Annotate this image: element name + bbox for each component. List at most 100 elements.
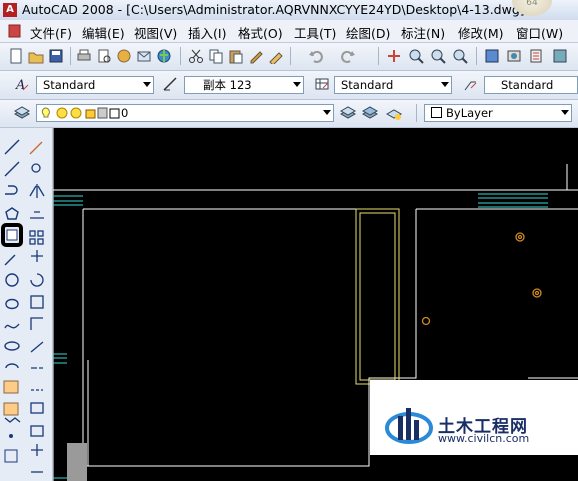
- trim-icon: [30, 341, 44, 353]
- zoom-realtime-icon[interactable]: [408, 48, 424, 64]
- offset-icon: [30, 211, 44, 219]
- insert-block-icon: [3, 380, 19, 394]
- menu-window[interactable]: 窗口(W): [516, 23, 563, 42]
- menu-dimension[interactable]: 标注(N): [401, 23, 445, 42]
- ellipse-icon: [4, 341, 20, 351]
- copy-object-icon: [31, 163, 41, 173]
- dimension-style-icon[interactable]: [162, 76, 178, 92]
- tool-palettes-icon[interactable]: [528, 48, 544, 64]
- dimension-style-dropdown[interactable]: 副本 123: [184, 76, 304, 94]
- scale-icon: [30, 295, 44, 309]
- watermark-url: www.civilcn.com: [438, 432, 530, 445]
- text-style-icon[interactable]: A: [14, 76, 30, 92]
- sheet-set-icon[interactable]: [552, 48, 568, 64]
- ellipse-arc-icon: [5, 363, 19, 369]
- hatch-icon: [4, 417, 21, 423]
- print-preview-icon[interactable]: [96, 48, 112, 64]
- zoom-previous-icon[interactable]: [452, 48, 468, 64]
- point-marker-center: [517, 234, 523, 240]
- menu-bar: 文件(F) 编辑(E) 视图(V) 插入(I) 格式(O) 工具(T) 绘图(D…: [0, 20, 578, 43]
- menu-insert[interactable]: 插入(I): [188, 23, 226, 42]
- menu-format[interactable]: 格式(O): [238, 23, 283, 42]
- line-icon: [4, 139, 20, 155]
- hatch-boundary-icon: [4, 449, 18, 463]
- standard-toolbar: [0, 43, 578, 71]
- chevron-down-icon: [143, 82, 151, 87]
- block-editor-icon[interactable]: [268, 48, 284, 64]
- multileader-style-dropdown[interactable]: Standard: [484, 76, 578, 94]
- arc-icon: [4, 254, 16, 266]
- match-properties-icon[interactable]: [248, 48, 264, 64]
- menu-tools[interactable]: 工具(T): [294, 23, 336, 42]
- menu-modify[interactable]: 修改(M): [458, 23, 504, 42]
- civilcn-logo-icon: [385, 408, 433, 444]
- properties-icon[interactable]: [484, 48, 500, 64]
- window-title: AutoCAD 2008 - [C:\Users\Administrator.A…: [22, 2, 525, 17]
- window-left-bottom: [53, 353, 67, 364]
- styles-toolbar: A Standard 副本 123 Standard Standard: [0, 71, 578, 100]
- publish-icon[interactable]: [116, 48, 132, 64]
- menu-draw[interactable]: 绘图(D): [346, 23, 390, 42]
- text-style-dropdown[interactable]: Standard: [36, 76, 154, 94]
- draw-modify-palette: [0, 128, 53, 481]
- point-marker: [515, 232, 525, 242]
- revision-cloud-icon: [5, 298, 19, 310]
- point-marker-center: [534, 290, 540, 296]
- array-icon: [29, 230, 36, 237]
- mirror-icon: [29, 184, 45, 198]
- new-file-icon[interactable]: [8, 48, 24, 64]
- multileader-style-value: Standard: [501, 78, 554, 92]
- etransmit-icon[interactable]: [136, 48, 152, 64]
- layer-manager-icon[interactable]: [14, 105, 30, 121]
- dimension-style-value: 副本 123: [203, 78, 252, 92]
- fillet-icon: [31, 444, 43, 456]
- print-icon[interactable]: [76, 48, 92, 64]
- join-icon: [30, 402, 44, 414]
- color-control-dropdown[interactable]: ByLayer: [424, 104, 572, 122]
- multileader-style-icon[interactable]: [462, 76, 478, 92]
- pan-icon[interactable]: [386, 48, 402, 64]
- open-folder-icon[interactable]: [28, 48, 44, 64]
- menu-view[interactable]: 视图(V): [134, 23, 177, 42]
- undo-icon[interactable]: [308, 48, 324, 64]
- document-icon[interactable]: [8, 24, 22, 38]
- autocad-logo-icon[interactable]: A: [3, 3, 17, 17]
- wall-line: [82, 209, 109, 467]
- rectangle-icon: [6, 229, 18, 241]
- save-icon[interactable]: [48, 48, 64, 64]
- construction-line-icon: [4, 161, 20, 177]
- copy-icon[interactable]: [208, 48, 224, 64]
- palette-icons: [1, 139, 45, 473]
- layers-toolbar: 0 ByLayer: [0, 100, 578, 128]
- column-inner: [359, 212, 396, 381]
- selection-grip: [67, 443, 87, 481]
- title-bar: A AutoCAD 2008 - [C:\Users\Administrator…: [0, 0, 578, 20]
- point-icon: [9, 434, 13, 438]
- cut-icon[interactable]: [188, 48, 204, 64]
- zoom-window-icon[interactable]: [430, 48, 446, 64]
- move-icon: [31, 250, 43, 262]
- paste-icon[interactable]: [228, 48, 244, 64]
- layer-previous-icon[interactable]: [362, 105, 378, 121]
- table-style-icon[interactable]: [314, 76, 330, 92]
- table-style-dropdown[interactable]: Standard: [334, 76, 452, 94]
- globe-icon[interactable]: [156, 48, 172, 64]
- redo-icon[interactable]: [340, 48, 356, 64]
- polygon-icon: [5, 207, 19, 220]
- layer-dropdown[interactable]: 0: [36, 104, 334, 122]
- chevron-down-icon: [323, 110, 331, 115]
- chamfer-icon: [30, 425, 44, 437]
- menu-edit[interactable]: 编辑(E): [82, 23, 125, 42]
- point-marker: [532, 288, 542, 298]
- rotate-icon: [30, 273, 44, 287]
- spline-icon: [4, 323, 20, 329]
- make-layer-current-icon[interactable]: [340, 105, 356, 121]
- design-center-icon[interactable]: [506, 48, 522, 64]
- column-outline: [355, 208, 400, 385]
- current-layer-name: 0: [121, 106, 129, 120]
- stretch-icon: [30, 317, 43, 330]
- chevron-down-icon: [441, 82, 449, 87]
- layer-states-icon[interactable]: [386, 105, 402, 121]
- menu-file[interactable]: 文件(F): [30, 23, 72, 42]
- circle-icon: [5, 273, 19, 287]
